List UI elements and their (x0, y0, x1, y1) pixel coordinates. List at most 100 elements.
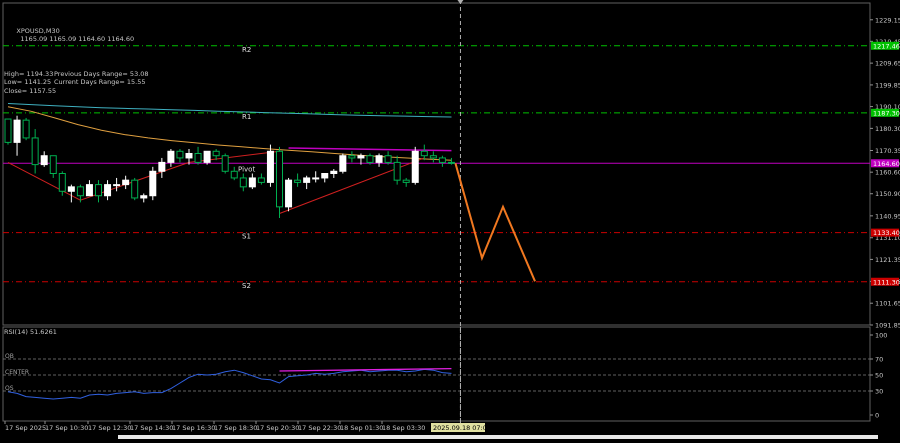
candle-body (393, 161, 401, 181)
candle-body (285, 179, 293, 208)
candle-body (149, 170, 157, 197)
trend-line (188, 150, 280, 163)
candle-body (384, 155, 392, 163)
candle-body (13, 119, 21, 143)
rsi-axis: 100 70 50 30 0 (870, 332, 887, 420)
candle-body (95, 184, 102, 197)
candle-body (131, 179, 139, 199)
rsi-level-label: OB (5, 353, 14, 360)
level-label-r1: R1 (242, 113, 251, 121)
chart-root[interactable]: 1229.151219.451209.651199.851190.101180.… (0, 0, 900, 439)
info-panel: XPOUSD,M30 1165.09 1165.09 1164.60 1164.… (4, 1, 149, 113)
time-tick-label: 17 Sep 10:30 (45, 424, 88, 432)
level-label-s2: S2 (242, 282, 251, 290)
level-label-pivot: Pivot (238, 165, 255, 173)
candle-body (203, 150, 211, 163)
price-tick-label: 1150.90 (875, 190, 900, 198)
info-range: Current Days Range= 15.55 (54, 78, 146, 87)
candle-body (257, 177, 265, 183)
time-tick-label: 17 Sep 20:30 (256, 424, 299, 432)
candle-body (375, 155, 383, 163)
time-tick-label: 17 Sep 16:30 (172, 424, 215, 432)
candle-body (40, 155, 48, 166)
candle-body (411, 150, 419, 183)
candle-body (221, 155, 229, 172)
price-tick-label: 1209.65 (875, 60, 900, 68)
time-tick-label: 17 Sep 2025 (5, 424, 46, 432)
candle-body (339, 155, 347, 172)
price-marker-label: 1164.60 (873, 160, 900, 168)
candle-body (212, 150, 220, 157)
candle-body (303, 177, 311, 183)
candle-body (438, 157, 446, 163)
rsi-level-label: CENTER (5, 369, 29, 376)
candle-body (49, 155, 57, 175)
candle-body (58, 173, 66, 192)
candle-body (4, 118, 12, 143)
rsi-panel-border (2, 326, 871, 422)
time-tick-label: 18 Sep 01:30 (340, 424, 383, 432)
info-stat: Low= 1141.25 (4, 78, 52, 87)
resistance-line (288, 147, 452, 152)
info-range: Previous Days Range= 53.08 (54, 69, 149, 78)
price-marker-label: 1187.30 (873, 109, 900, 117)
candle-body (230, 170, 238, 179)
ohlc-values: 1165.09 1165.09 1164.60 1164.60 (20, 35, 135, 44)
price-tick-label: 1121.35 (875, 256, 900, 264)
rsi-line (7, 368, 452, 400)
price-tick-label: 1170.35 (875, 147, 900, 155)
candle-body (294, 179, 302, 183)
candle-body (402, 179, 410, 183)
candle-body (312, 177, 320, 180)
level-label-r2: R2 (242, 46, 251, 54)
candle-body (22, 119, 30, 139)
level-label-s1: S1 (242, 233, 251, 241)
candles (4, 115, 455, 218)
candle-body (85, 184, 93, 197)
candle-body (158, 161, 166, 172)
candle-body (366, 155, 374, 163)
time-tick-label: 17 Sep 14:30 (130, 424, 173, 432)
crosshair-time-label: 2025.09.18 07:00 (433, 424, 491, 432)
trend-line (7, 161, 81, 201)
time-tick-label: 17 Sep 18:30 (214, 424, 257, 432)
horizontal-scrollbar[interactable] (118, 435, 878, 439)
time-axis: 17 Sep 202517 Sep 10:30 17 Sep 12:3017 Se… (4, 421, 425, 432)
rsi-tick-label: 0 (875, 412, 879, 420)
rsi-tick-label: 30 (875, 388, 883, 396)
rsi-tick-label: 50 (875, 372, 883, 380)
price-marker-label: 1217.46 (873, 42, 900, 50)
candle-body (420, 150, 428, 157)
candle-body (113, 184, 121, 187)
candle-body (330, 170, 338, 175)
candle-body (348, 155, 356, 159)
price-tick-label: 1199.85 (875, 81, 900, 89)
candle-body (140, 195, 148, 199)
price-marker-label: 1111.30 (873, 278, 900, 286)
time-tick-label: 17 Sep 22:30 (298, 424, 341, 432)
orange-moving-average (7, 106, 452, 161)
candle-body (185, 152, 193, 159)
symbol-label: XPOUSD,M30 (16, 26, 60, 35)
info-row: High= 1194.33Previous Days Range= 53.08 (4, 70, 149, 79)
price-tick-label: 1160.60 (875, 169, 900, 177)
time-tick-label: 17 Sep 12:30 (88, 424, 131, 432)
candle-body (276, 150, 283, 208)
candle-body (248, 177, 256, 188)
rsi-tick-label: 100 (875, 332, 887, 340)
candle-body (194, 152, 202, 163)
candle-body (31, 137, 39, 166)
rsi-level-label: OS (5, 385, 14, 392)
info-stat: Close= 1157.55 (4, 86, 57, 95)
candle-body (429, 155, 437, 159)
candle-body (76, 186, 84, 197)
price-tick-label: 1180.30 (875, 125, 900, 133)
price-tick-label: 1229.15 (875, 16, 900, 24)
price-tick-label: 1091.85 (875, 322, 900, 330)
candle-body (167, 150, 175, 163)
price-tick-label: 1140.95 (875, 212, 900, 220)
info-row: Low= 1141.25 Current Days Range= 15.55 (4, 78, 149, 87)
candle-body (176, 150, 184, 159)
candle-body (122, 179, 130, 186)
info-stat: High= 1194.33 (4, 69, 54, 78)
